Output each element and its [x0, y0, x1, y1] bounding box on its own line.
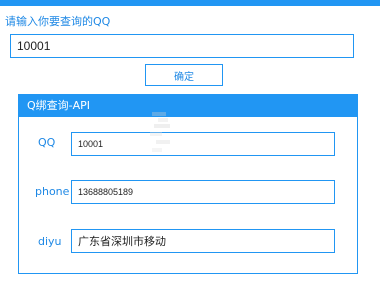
qq-search-input[interactable]	[10, 34, 354, 58]
field-label-phone: phone	[35, 185, 70, 198]
qq-lookup-page: 请输入你要查询的QQ 确定 Q绑查询-API QQ phone diyu	[0, 0, 380, 282]
panel-title: Q绑查询-API	[19, 95, 357, 117]
qq-prompt-label: 请输入你要查询的QQ	[5, 15, 111, 28]
field-label-qq: QQ	[38, 136, 56, 149]
field-value-diyu[interactable]	[71, 229, 335, 253]
confirm-button[interactable]: 确定	[145, 64, 223, 86]
field-value-qq[interactable]	[71, 132, 335, 156]
result-panel: Q绑查询-API QQ phone diyu	[18, 94, 358, 274]
top-bar	[0, 0, 380, 6]
field-label-diyu: diyu	[38, 235, 62, 248]
field-value-phone[interactable]	[71, 180, 335, 204]
watermark-blur	[150, 112, 170, 152]
